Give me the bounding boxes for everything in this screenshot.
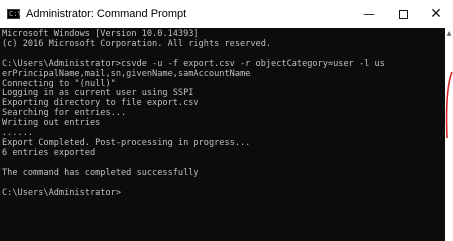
console-line: Connecting to "(null)" xyxy=(2,78,116,89)
title-bar[interactable]: C:\ Administrator: Command Prompt — ✕ xyxy=(0,0,453,28)
console-text: Microsoft Windows [Version 10.0.14393] (… xyxy=(0,28,445,198)
command-prompt-window: C:\ Administrator: Command Prompt — ✕ Mi… xyxy=(0,0,453,241)
console-line: Export Completed. Post-processing in pro… xyxy=(2,137,251,148)
console-output[interactable]: Microsoft Windows [Version 10.0.14393] (… xyxy=(0,28,445,241)
minimize-button[interactable]: — xyxy=(352,0,386,28)
console-line: erPrincipalName,mail,sn,givenName,samAcc… xyxy=(2,68,251,79)
console-line: C:\Users\Administrator>csvde -u -f expor… xyxy=(2,58,385,69)
minimize-icon: — xyxy=(363,7,375,21)
console-line: Microsoft Windows [Version 10.0.14393] xyxy=(2,29,199,39)
close-icon: ✕ xyxy=(430,6,442,22)
window-title: Administrator: Command Prompt xyxy=(26,8,187,20)
console-line: (c) 2016 Microsoft Corporation. All righ… xyxy=(2,38,272,49)
scroll-up-arrow-icon[interactable]: ▲ xyxy=(445,30,453,37)
red-annotation-mark xyxy=(445,71,453,139)
cmd-icon[interactable]: C:\ xyxy=(7,9,22,19)
console-line: 6 entries exported xyxy=(2,147,96,158)
console-line: The command has completed successfully xyxy=(2,167,199,178)
console-line: Writing out entries xyxy=(2,118,101,129)
console-line: Logging in as current user using SSPI xyxy=(2,88,194,99)
console-line: Searching for entries... xyxy=(2,108,127,119)
console-line: Exporting directory to file export.csv xyxy=(2,98,199,109)
close-button[interactable]: ✕ xyxy=(419,0,453,28)
maximize-button[interactable] xyxy=(386,0,420,28)
console-line: ...... xyxy=(2,128,34,139)
console-line: C:\Users\Administrator> xyxy=(2,187,121,198)
maximize-icon xyxy=(398,9,408,19)
